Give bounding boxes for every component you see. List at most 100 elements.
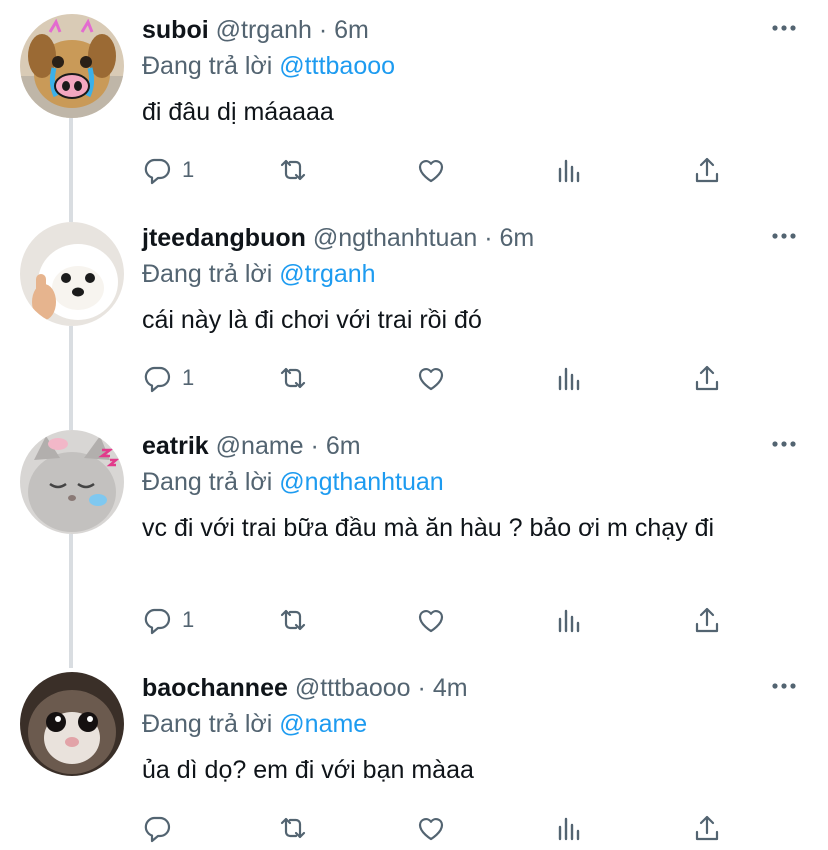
like-button[interactable] — [416, 154, 446, 186]
more-dots-icon — [772, 233, 796, 239]
mention-link[interactable]: @trganh — [279, 260, 375, 288]
dog-crying-pig-nose-avatar — [20, 14, 124, 118]
tweet-actions — [142, 812, 762, 844]
separator-dot: · — [484, 224, 493, 252]
retweet-button[interactable] — [278, 604, 308, 636]
sleepy-gray-cat-avatar — [20, 430, 124, 534]
retweet-icon — [280, 159, 306, 181]
reply-count: 1 — [182, 365, 195, 390]
tweet-text: cái này là đi chơi với trai rồi đó — [142, 306, 482, 334]
retweet-icon — [280, 817, 306, 839]
analytics-button[interactable] — [554, 362, 584, 394]
mention-link[interactable]: @ngthanhtuan — [279, 468, 443, 496]
tweet[interactable]: jteedangbuon @ngthanhtuan · 6m Đang trả … — [0, 208, 828, 418]
like-button[interactable] — [416, 604, 446, 636]
separator-dot: · — [318, 16, 328, 44]
more-options-button[interactable] — [770, 14, 798, 42]
more-dots-icon — [772, 441, 796, 447]
tweet-header: baochannee @tttbaooo · 4m — [142, 672, 468, 704]
analytics-button[interactable] — [554, 154, 584, 186]
tweet-header: suboi @trganh · 6m — [142, 14, 369, 46]
more-options-button[interactable] — [770, 672, 798, 700]
share-button[interactable] — [692, 154, 722, 186]
heart-icon — [418, 368, 444, 391]
tweet-text: đi đâu dị máaaaa — [142, 98, 334, 126]
display-name[interactable]: suboi — [142, 16, 209, 44]
analytics-button[interactable] — [554, 604, 584, 636]
more-options-button[interactable] — [770, 430, 798, 458]
timestamp[interactable]: 6m — [334, 16, 369, 44]
analytics-button[interactable] — [554, 812, 584, 844]
retweet-button[interactable] — [278, 154, 308, 186]
tweet[interactable]: eatrik @name · 6m Đang trả lời @ngthanht… — [0, 416, 828, 666]
reply-button[interactable]: 1 — [142, 362, 194, 394]
tweet[interactable]: baochannee @tttbaooo · 4m Đang trả lời @… — [0, 658, 828, 850]
retweet-button[interactable] — [278, 362, 308, 394]
display-name[interactable]: eatrik — [142, 432, 209, 460]
avatar[interactable] — [20, 430, 124, 534]
like-button[interactable] — [416, 362, 446, 394]
replying-label: Đang trả lời — [142, 52, 273, 80]
tweet-header: eatrik @name · 6m — [142, 430, 361, 462]
analytics-icon — [558, 159, 580, 183]
share-button[interactable] — [692, 812, 722, 844]
heart-icon — [418, 160, 444, 183]
timestamp[interactable]: 6m — [326, 432, 361, 460]
share-icon — [695, 157, 719, 183]
reply-button[interactable] — [142, 812, 182, 844]
retweet-icon — [280, 609, 306, 631]
more-options-button[interactable] — [770, 222, 798, 250]
monkey-face-avatar — [20, 672, 124, 776]
user-handle[interactable]: @ngthanhtuan — [313, 224, 477, 252]
timestamp[interactable]: 4m — [433, 674, 468, 702]
retweet-button[interactable] — [278, 812, 308, 844]
more-dots-icon — [772, 683, 796, 689]
separator-dot: · — [417, 674, 426, 702]
share-icon — [695, 815, 719, 841]
replying-to: Đang trả lời @tttbaooo — [142, 50, 395, 82]
share-button[interactable] — [692, 604, 722, 636]
user-handle[interactable]: @trganh — [216, 16, 312, 44]
replying-label: Đang trả lời — [142, 710, 273, 738]
tweet-text: ủa dì dọ? em đi với bạn màaa — [142, 756, 474, 784]
reply-icon — [144, 158, 171, 185]
reply-button[interactable]: 1 — [142, 604, 194, 636]
reply-icon — [144, 608, 171, 635]
avatar[interactable] — [20, 672, 124, 776]
analytics-icon — [558, 817, 580, 841]
tweet-actions: 1 — [142, 154, 762, 186]
share-icon — [695, 607, 719, 633]
more-dots-icon — [772, 25, 796, 31]
reply-count: 1 — [182, 607, 195, 632]
heart-icon — [418, 610, 444, 633]
tweet-actions: 1 — [142, 362, 762, 394]
separator-dot: · — [310, 432, 319, 460]
reply-icon — [144, 816, 171, 843]
timestamp[interactable]: 6m — [499, 224, 534, 252]
display-name[interactable]: baochannee — [142, 674, 288, 702]
like-button[interactable] — [416, 812, 446, 844]
share-icon — [695, 365, 719, 391]
analytics-icon — [558, 367, 580, 391]
mention-link[interactable]: @tttbaooo — [279, 52, 395, 80]
tweet-text: vc đi với trai bữa đầu mà ăn hàu ? bảo ơ… — [142, 514, 715, 542]
mention-link[interactable]: @name — [279, 710, 367, 738]
replying-label: Đang trả lời — [142, 260, 273, 288]
avatar[interactable] — [20, 14, 124, 118]
replying-to: Đang trả lời @trganh — [142, 258, 376, 290]
avatar[interactable] — [20, 222, 124, 326]
replying-to: Đang trả lời @ngthanhtuan — [142, 466, 444, 498]
display-name[interactable]: jteedangbuon — [142, 224, 306, 252]
tweet-header: jteedangbuon @ngthanhtuan · 6m — [142, 222, 534, 254]
share-button[interactable] — [692, 362, 722, 394]
tweet[interactable]: suboi @trganh · 6m Đang trả lời @tttbaoo… — [0, 0, 828, 210]
reply-count: 1 — [182, 157, 195, 182]
reply-button[interactable]: 1 — [142, 154, 194, 186]
user-handle[interactable]: @name — [216, 432, 304, 460]
reply-icon — [144, 366, 171, 393]
retweet-icon — [280, 367, 306, 389]
analytics-icon — [558, 609, 580, 633]
replying-label: Đang trả lời — [142, 468, 273, 496]
tweet-actions: 1 — [142, 604, 762, 636]
user-handle[interactable]: @tttbaooo — [295, 674, 411, 702]
